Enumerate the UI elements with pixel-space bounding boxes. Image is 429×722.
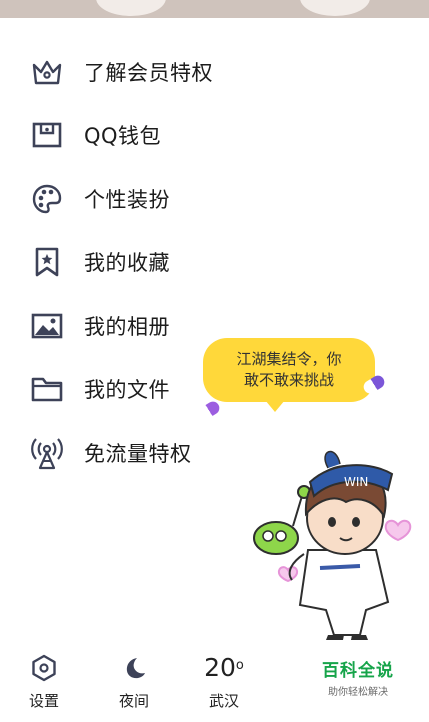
settings-button[interactable]: 设置 [14, 648, 74, 711]
menu-item-wallet[interactable]: QQ钱包 [0, 104, 300, 168]
settings-hexagon-icon [14, 648, 74, 688]
top-banner-image [0, 0, 429, 18]
weather-temperature: 20o [204, 653, 244, 682]
bubble-text-line-2: 敢不敢来挑战 [243, 371, 334, 389]
menu-item-label: 了解会员特权 [84, 60, 213, 85]
folder-icon [30, 372, 64, 406]
side-menu: 了解会员特权 QQ钱包 个性装扮 我的收藏 我的相册 我的文件 免流量特权 [0, 40, 300, 485]
degree-symbol: o [235, 658, 244, 673]
photo-icon [30, 309, 64, 343]
promo-character-illustration[interactable]: WIN [248, 430, 429, 644]
menu-item-themes[interactable]: 个性装扮 [0, 167, 300, 231]
night-mode-label: 夜间 [118, 692, 149, 710]
menu-item-label: 我的相册 [84, 314, 170, 339]
antenna-icon [30, 436, 64, 470]
menu-item-label: 个性装扮 [84, 187, 170, 212]
promo-speech-bubble[interactable]: 江湖集结令，你 敢不敢来挑战 [203, 338, 375, 412]
menu-item-label: QQ钱包 [84, 124, 162, 149]
svg-text:WIN: WIN [344, 475, 368, 489]
watermark-title: 百科全说 [322, 661, 394, 681]
night-mode-button[interactable]: 夜间 [104, 648, 164, 711]
weather-city: 武汉 [208, 692, 239, 710]
wallet-icon [30, 118, 64, 152]
palette-icon [30, 182, 64, 216]
menu-item-label: 我的收藏 [84, 251, 170, 276]
watermark-subtitle: 助你轻松解决 [328, 687, 388, 698]
menu-item-label: 我的文件 [84, 378, 170, 403]
bubble-text-line-1: 江湖集结令，你 [236, 350, 342, 368]
menu-item-favorites[interactable]: 我的收藏 [0, 231, 300, 295]
menu-item-label: 免流量特权 [84, 441, 192, 466]
bookmark-star-icon [30, 245, 64, 279]
settings-label: 设置 [28, 692, 59, 710]
weather-widget[interactable]: 20o 武汉 [194, 648, 254, 711]
moon-icon [104, 648, 164, 688]
watermark-logo: 百科全说 助你轻松解决 [296, 652, 420, 718]
crown-icon [30, 55, 64, 89]
menu-item-vip[interactable]: 了解会员特权 [0, 40, 300, 104]
